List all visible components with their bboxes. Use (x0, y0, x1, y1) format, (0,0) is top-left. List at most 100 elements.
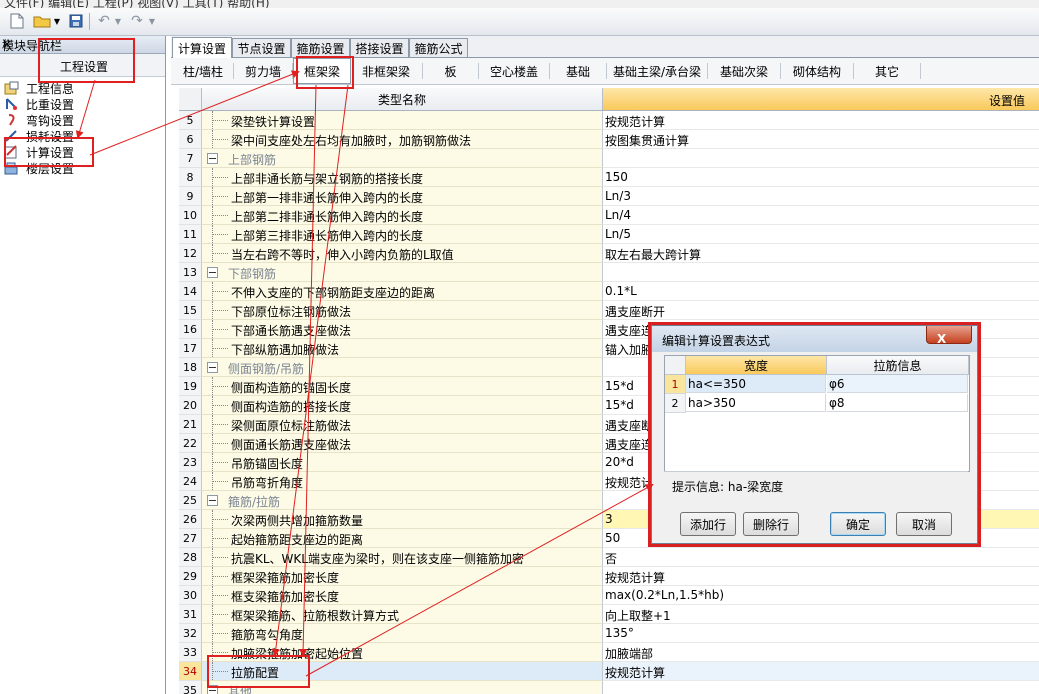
dialog-close-button[interactable]: X (926, 326, 972, 346)
dialog-hint-text: 提示信息: ha-梁宽度 (672, 480, 784, 494)
redo-dropdown-icon[interactable]: ▼ (148, 11, 156, 31)
subtab-other[interactable]: 其它 (854, 58, 920, 84)
row-name-text: 次梁两侧共增加箍筋数量 (231, 514, 364, 528)
open-folder-icon[interactable] (32, 11, 52, 31)
expression-tie-cell[interactable]: φ8 (827, 394, 968, 412)
tab-node-settings[interactable]: 节点设置 (232, 38, 291, 57)
row-value-cell[interactable]: Ln/5 (603, 225, 1039, 244)
expression-header-label: 宽度 (743, 358, 768, 373)
row-name-cell: 吊筋锚固长度 (202, 453, 603, 472)
row-value-text: 按图集贯通计算 (605, 134, 690, 148)
row-value-cell[interactable]: 遇支座断开 (603, 301, 1039, 320)
row-value-text: Ln/4 (605, 208, 631, 222)
undo-dropdown-icon[interactable]: ▼ (114, 11, 122, 31)
row-value-cell[interactable]: 加腋端部 (603, 643, 1039, 662)
undo-icon[interactable]: ↶ (95, 11, 113, 31)
subtab-slab[interactable]: 板 (423, 58, 478, 84)
row-value-cell[interactable]: 150 (603, 168, 1039, 187)
grid-row[interactable]: 28 抗震KL、WKL端支座为梁时，则在该支座一侧箍筋加密 否 (179, 548, 1039, 567)
row-value-cell[interactable]: 取左右最大跨计算 (603, 244, 1039, 263)
collapse-icon[interactable] (207, 153, 218, 164)
subtab-non-frame-beam[interactable]: 非框架梁 (351, 58, 421, 84)
grid-row[interactable]: 8 上部非通长筋与架立钢筋的搭接长度 150 (179, 168, 1039, 187)
row-number: 18 (179, 358, 202, 377)
grid-header-name[interactable]: 类型名称 (202, 88, 603, 110)
grid-row[interactable]: 10 上部第二排非通长筋伸入跨内的长度 Ln/4 (179, 206, 1039, 225)
row-value-cell[interactable]: Ln/4 (603, 206, 1039, 225)
tab-stirrup-settings[interactable]: 箍筋设置 (291, 38, 350, 57)
grid-row[interactable]: 29 框架梁箍筋加密长度 按规范计算 (179, 567, 1039, 586)
row-value-cell[interactable]: 按规范计算 (603, 111, 1039, 130)
nav-item-hook-settings[interactable]: 弯钩设置 (4, 112, 74, 128)
row-name-text: 下部原位标注钢筋做法 (231, 305, 352, 319)
collapse-icon[interactable] (207, 495, 218, 506)
cancel-button[interactable]: 取消 (896, 512, 952, 536)
row-name-cell: 箍筋弯勾角度 (202, 624, 603, 643)
grid-row[interactable]: 6 梁中间支座处左右均有加腋时，加筋钢筋做法 按图集贯通计算 (179, 130, 1039, 149)
subtab-separator (920, 63, 921, 79)
grid-row[interactable]: 12 当左右跨不等时，伸入小跨内负筋的L取值 取左右最大跨计算 (179, 244, 1039, 263)
grid-group-row[interactable]: 7 上部钢筋 (179, 149, 1039, 168)
subtab-column[interactable]: 柱/墙柱 (173, 58, 233, 84)
save-icon[interactable] (67, 11, 85, 31)
subtab-masonry[interactable]: 砌体结构 (781, 58, 853, 84)
grid-row[interactable]: 31 框架梁箍筋、拉筋根数计算方式 向上取整+1 (179, 605, 1039, 624)
grid-header-value[interactable]: 设置值 (603, 88, 1039, 110)
tab-stirrup-formula[interactable]: 箍筋公式 (409, 38, 468, 57)
expression-tie-cell[interactable]: φ6 (827, 375, 968, 393)
row-value-cell[interactable]: 0.1*L (603, 282, 1039, 301)
subtab-hollow-floor[interactable]: 空心楼盖 (479, 58, 549, 84)
grid-row[interactable]: 5 梁垫铁计算设置 按规范计算 (179, 111, 1039, 130)
grid-row[interactable]: 15 下部原位标注钢筋做法 遇支座断开 (179, 301, 1039, 320)
grid-row[interactable]: 14 不伸入支座的下部钢筋距支座边的距离 0.1*L (179, 282, 1039, 301)
new-file-icon[interactable] (8, 11, 26, 31)
expression-width-cell[interactable]: ha<=350 (686, 375, 826, 393)
tree-line (212, 291, 228, 292)
grid-row[interactable]: 11 上部第三排非通长筋伸入跨内的长度 Ln/5 (179, 225, 1039, 244)
tab-lap-settings[interactable]: 搭接设置 (350, 38, 409, 57)
expression-row[interactable]: 2 ha>350 φ8 (665, 394, 969, 413)
grid-row[interactable]: 30 框支梁箍筋加密长度 max(0.2*Ln,1.5*hb) (179, 586, 1039, 605)
row-value-cell[interactable]: 向上取整+1 (603, 605, 1039, 624)
tree-line (212, 424, 228, 425)
redo-icon[interactable]: ↷ (128, 11, 146, 31)
hook-settings-icon (4, 113, 19, 127)
row-number: 15 (179, 301, 202, 320)
close-icon[interactable]: × (2, 37, 12, 51)
delete-row-button[interactable]: 删除行 (743, 512, 799, 536)
row-name-text: 上部第三排非通长筋伸入跨内的长度 (231, 229, 424, 243)
collapse-icon[interactable] (207, 267, 218, 278)
nav-item-weight-settings[interactable]: 比重设置 (4, 96, 74, 112)
expression-row[interactable]: 1 ha<=350 φ6 (665, 375, 969, 394)
menu-bar-text[interactable]: 文件(F) 编辑(E) 工程(P) 视图(V) 工具(T) 帮助(H) (4, 0, 270, 8)
row-value-cell[interactable]: 135° (603, 624, 1039, 643)
row-value-cell[interactable]: 按规范计算 (603, 567, 1039, 586)
row-number: 26 (179, 510, 202, 529)
expression-header-tie[interactable]: 拉筋信息 (827, 356, 969, 375)
collapse-icon[interactable] (207, 362, 218, 373)
row-value-cell[interactable]: 按图集贯通计算 (603, 130, 1039, 149)
expression-width-cell[interactable]: ha>350 (686, 394, 826, 412)
row-value-cell[interactable]: 否 (603, 548, 1039, 567)
subtab-foundation-main-beam[interactable]: 基础主梁/承台梁 (607, 58, 707, 84)
row-value-cell[interactable]: 按规范计算 (603, 662, 1039, 681)
row-name-text: 梁中间支座处左右均有加腋时，加筋钢筋做法 (231, 134, 472, 148)
add-row-button[interactable]: 添加行 (680, 512, 736, 536)
subtab-shear-wall[interactable]: 剪力墙 (234, 58, 292, 84)
subtab-foundation[interactable]: 基础 (550, 58, 606, 84)
expression-header-width[interactable]: 宽度 (686, 356, 827, 375)
grid-row[interactable]: 32 箍筋弯勾角度 135° (179, 624, 1039, 643)
row-value-cell[interactable]: max(0.2*Ln,1.5*hb) (603, 586, 1039, 605)
subtab-foundation-secondary-beam[interactable]: 基础次梁 (708, 58, 780, 84)
row-name-cell: 下部纵筋遇加腋做法 (202, 339, 603, 358)
ok-button[interactable]: 确定 (830, 512, 886, 536)
row-value-cell[interactable]: Ln/3 (603, 187, 1039, 206)
grid-group-row[interactable]: 13 下部钢筋 (179, 263, 1039, 282)
dialog-titlebar[interactable]: 编辑计算设置表达式 X (652, 326, 977, 352)
open-dropdown-icon[interactable]: ▼ (53, 11, 61, 31)
tab-calc-settings[interactable]: 计算设置 (172, 37, 232, 58)
menu-bar[interactable]: 文件(F) 编辑(E) 工程(P) 视图(V) 工具(T) 帮助(H) (0, 0, 1039, 8)
grid-row[interactable]: 9 上部第一排非通长筋伸入跨内的长度 Ln/3 (179, 187, 1039, 206)
tree-line (212, 405, 228, 406)
row-name-text: 吊筋弯折角度 (231, 476, 304, 490)
